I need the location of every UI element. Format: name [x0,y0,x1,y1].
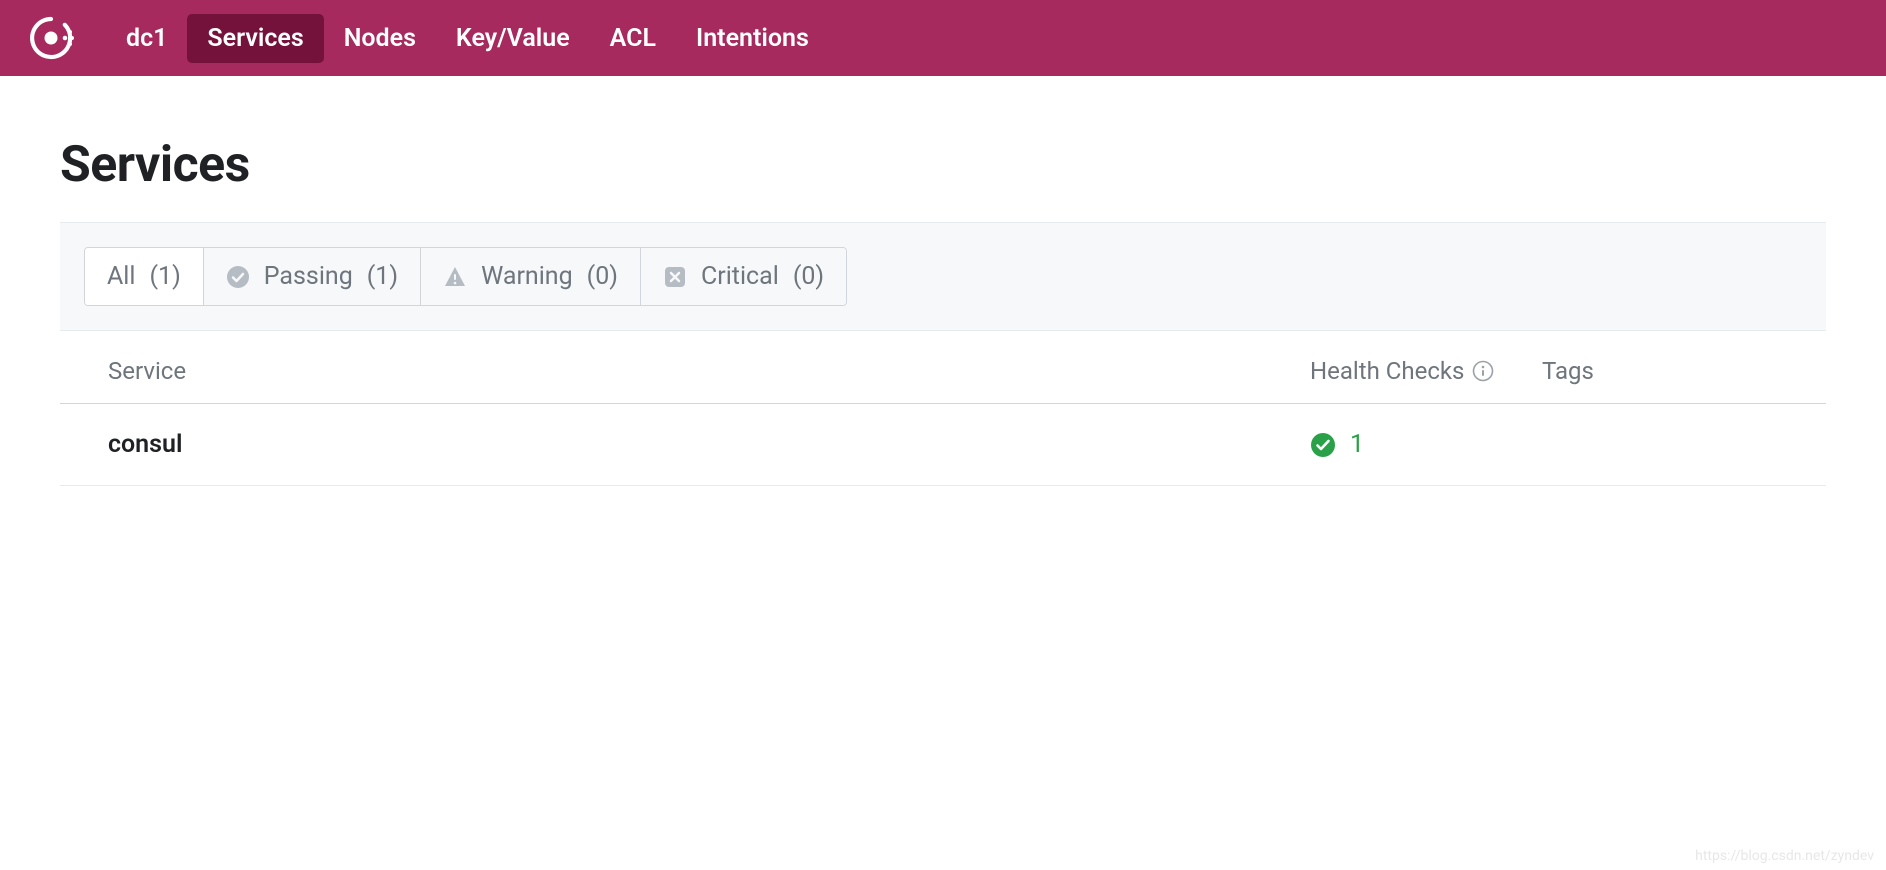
x-square-icon [663,265,687,289]
page-title: Services [60,136,1826,194]
check-circle-icon [226,265,250,289]
watermark: https://blog.csdn.net/zyndev [1695,848,1874,864]
check-circle-icon [1310,432,1336,458]
nav-key-value[interactable]: Key/Value [436,14,590,63]
filter-tab-all[interactable]: All (1) [85,248,204,305]
filter-all-count: (1) [149,262,180,291]
filter-passing-label: Passing [264,262,353,291]
filter-bar: All (1) Passing (1) [60,222,1826,331]
table-row[interactable]: consul 1 [60,404,1826,486]
col-header-service[interactable]: Service [108,357,1310,385]
col-header-tags[interactable]: Tags [1542,357,1802,385]
filter-tab-critical[interactable]: Critical (0) [641,248,846,305]
datacenter-selector[interactable]: dc1 [106,14,187,63]
col-header-health: Health Checks [1310,357,1542,385]
filter-tab-warning[interactable]: Warning (0) [421,248,641,305]
nav-acl[interactable]: ACL [590,14,676,63]
info-icon[interactable] [1472,360,1494,382]
main-content: Services All (1) Passing (1) [0,76,1886,486]
filter-tabs: All (1) Passing (1) [84,247,847,306]
filter-warning-label: Warning [481,262,573,291]
service-health: 1 [1310,430,1542,459]
health-passing-count: 1 [1350,430,1364,459]
filter-passing-count: (1) [367,262,398,291]
warning-triangle-icon [443,265,467,289]
nav-list: dc1 Services Nodes Key/Value ACL Intenti… [106,14,829,63]
nav-nodes[interactable]: Nodes [324,14,436,63]
col-header-health-label: Health Checks [1310,357,1464,385]
consul-logo-icon [28,15,74,61]
filter-critical-count: (0) [793,262,824,291]
table-header: Service Health Checks Tags [60,331,1826,404]
nav-services[interactable]: Services [187,14,323,63]
services-table: Service Health Checks Tags consul [60,331,1826,486]
filter-critical-label: Critical [701,262,779,291]
filter-warning-count: (0) [587,262,618,291]
service-name: consul [108,430,1310,459]
nav-intentions[interactable]: Intentions [676,14,829,63]
filter-all-label: All [107,262,135,291]
top-nav: dc1 Services Nodes Key/Value ACL Intenti… [0,0,1886,76]
filter-tab-passing[interactable]: Passing (1) [204,248,421,305]
